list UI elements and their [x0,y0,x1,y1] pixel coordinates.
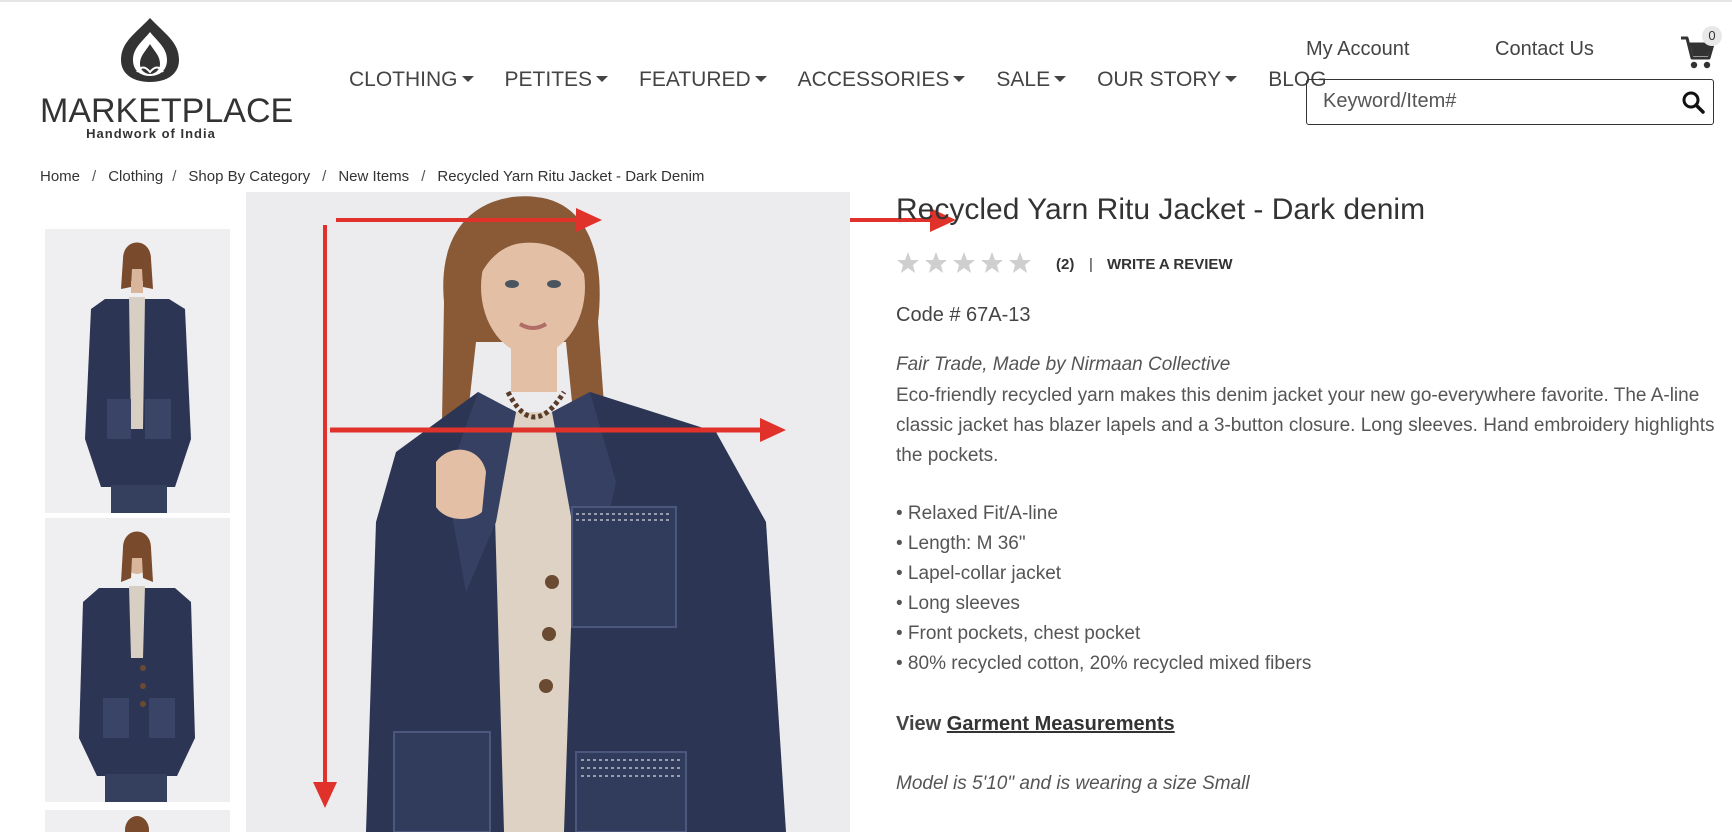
breadcrumb-clothing[interactable]: Clothing [108,168,163,185]
breadcrumb-home[interactable]: Home [40,168,80,185]
write-review-link[interactable]: WRITE A REVIEW [1107,256,1233,273]
cart-count-badge: 0 [1702,26,1722,46]
nav-petites[interactable]: PETITES [505,68,609,92]
product-description: Eco-friendly recycled yarn makes this de… [896,385,1715,466]
star-icon [981,252,1003,273]
caret-down-icon [1054,75,1067,82]
model-front-image [45,518,230,802]
brand-tagline: Handwork of India [86,126,216,141]
list-item: • Front pockets, chest pocket [896,623,1141,644]
product-thumbnail-1[interactable] [45,229,230,513]
review-separator: | [1089,256,1093,273]
nav-label: ACCESSORIES [797,68,950,91]
caret-down-icon [1225,75,1238,82]
list-item: • Relaxed Fit/A-line [896,503,1058,524]
breadcrumb-separator: / [421,168,426,185]
model-size-note: Model is 5'10" and is wearing a size Sma… [896,773,1250,794]
brand-logo[interactable]: MARKETPLACE Handwork of India [40,14,293,144]
cart-button[interactable]: 0 [1680,26,1722,69]
nav-label: SALE [996,68,1051,91]
product-code: Code # 67A-13 [896,304,1031,326]
list-item: • Lapel-collar jacket [896,563,1062,584]
review-count[interactable]: (2) [1056,256,1074,273]
product-thumbnail-3[interactable] [45,810,230,832]
nav-label: PETITES [504,68,593,91]
caret-down-icon [754,75,767,82]
product-thumbnail-2[interactable] [45,518,230,802]
star-icon [953,252,975,273]
star-icon [897,252,919,273]
garment-measurements-link[interactable]: Garment Measurements [947,713,1175,735]
breadcrumb: Home / Clothing / Shop By Category / New… [40,168,704,185]
measurement-arrows [313,208,786,808]
list-item: • Long sleeves [896,593,1020,614]
breadcrumb-separator: / [322,168,327,185]
nav-label: CLOTHING [349,68,458,91]
breadcrumb-shop-by-category[interactable]: Shop By Category [188,168,310,185]
star-icon [1009,252,1031,273]
breadcrumb-current: Recycled Yarn Ritu Jacket - Dark Denim [437,168,705,185]
caret-down-icon [953,75,966,82]
breadcrumb-new-items[interactable]: New Items [338,168,409,185]
top-border [0,0,1732,2]
star-icon [925,252,947,273]
nav-clothing[interactable]: CLOTHING [349,68,474,92]
product-title: Recycled Yarn Ritu Jacket - Dark denim [896,193,1426,226]
measurements-row: View Garment Measurements [896,713,1175,736]
nav-label: FEATURED [639,68,751,91]
search-box [1306,79,1714,125]
nav-label: OUR STORY [1097,68,1222,91]
search-input[interactable] [1321,89,1665,114]
model-front-image [45,229,230,513]
nav-featured[interactable]: FEATURED [639,68,767,92]
fair-trade-tagline: Fair Trade, Made by Nirmaan Collective [896,354,1231,375]
nav-our-story[interactable]: OUR STORY [1097,68,1238,92]
caret-down-icon [596,75,609,82]
star-rating[interactable] [896,251,1032,275]
breadcrumb-separator: / [172,168,177,185]
main-nav: CLOTHING PETITES FEATURED ACCESSORIES SA… [349,68,1358,92]
list-item: • Length: M 36" [896,533,1026,554]
contact-us-link[interactable]: Contact Us [1495,38,1594,61]
main-product-image[interactable] [246,192,850,832]
lotus-hand-icon [121,18,179,82]
list-item: • 80% recycled cotton, 20% recycled mixe… [896,653,1312,674]
search-icon[interactable] [1681,90,1705,114]
view-label: View [896,713,942,735]
caret-down-icon [461,75,474,82]
feature-list: • Relaxed Fit/A-line • Length: M 36" • L… [896,499,1311,679]
my-account-link[interactable]: My Account [1306,38,1409,61]
breadcrumb-separator: / [92,168,97,185]
nav-accessories[interactable]: ACCESSORIES [798,68,966,92]
model-image [45,810,230,832]
nav-sale[interactable]: SALE [996,68,1067,92]
